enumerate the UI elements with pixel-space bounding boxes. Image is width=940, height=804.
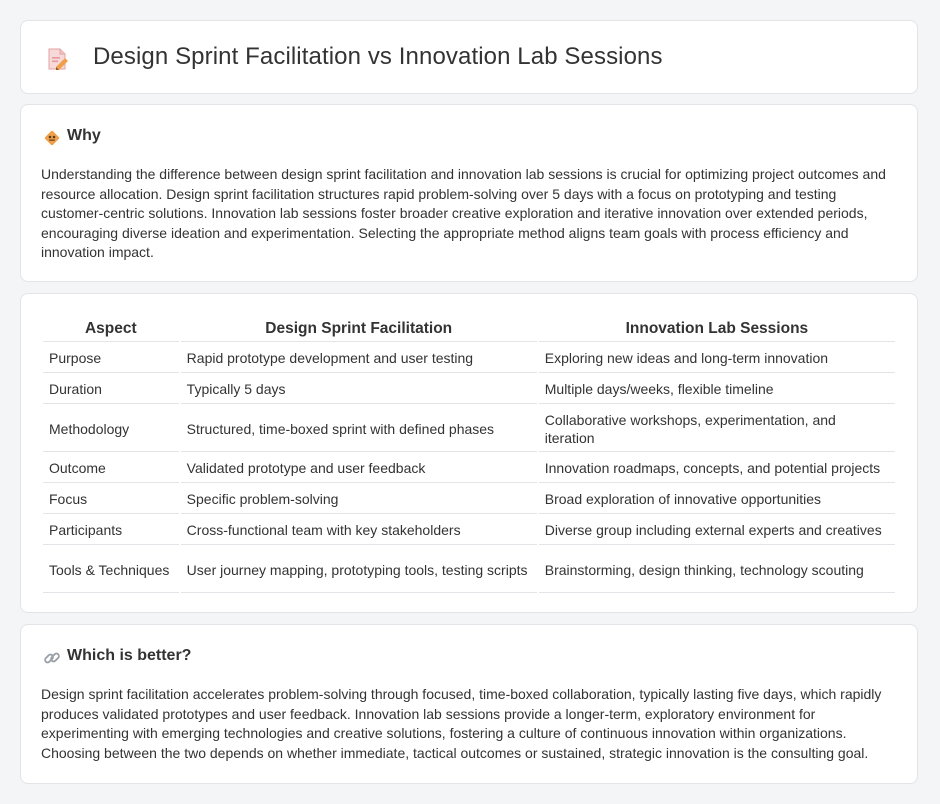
- why-section: Why Understanding the difference between…: [20, 104, 918, 282]
- row-innovation-lab: Diverse group including external experts…: [538, 516, 895, 545]
- column-header-innovation-lab: Innovation Lab Sessions: [538, 316, 895, 342]
- table-row: Duration Typically 5 days Multiple days/…: [43, 375, 895, 404]
- row-aspect: Focus: [43, 485, 179, 514]
- column-header-design-sprint: Design Sprint Facilitation: [180, 316, 537, 342]
- why-text: Understanding the difference between des…: [41, 166, 886, 261]
- row-innovation-lab: Collaborative workshops, experimentation…: [538, 406, 895, 452]
- table-row: Outcome Validated prototype and user fee…: [43, 454, 895, 483]
- row-aspect: Methodology: [43, 406, 179, 452]
- row-innovation-lab: Innovation roadmaps, concepts, and poten…: [538, 454, 895, 483]
- warning-sign-icon: [43, 129, 61, 147]
- comparison-table: Aspect Design Sprint Facilitation Innova…: [41, 314, 897, 595]
- row-design-sprint: Cross-functional team with key stakehold…: [180, 516, 537, 545]
- row-innovation-lab: Multiple days/weeks, flexible timeline: [538, 375, 895, 404]
- row-innovation-lab: Brainstorming, design thinking, technolo…: [538, 547, 895, 593]
- table-row: Participants Cross-functional team with …: [43, 516, 895, 545]
- better-text: Design sprint facilitation accelerates p…: [41, 686, 882, 761]
- row-design-sprint: Structured, time-boxed sprint with defin…: [180, 406, 537, 452]
- table-row: Purpose Rapid prototype development and …: [43, 344, 895, 373]
- row-innovation-lab: Exploring new ideas and long-term innova…: [538, 344, 895, 373]
- table-row: Tools & Techniques User journey mapping,…: [43, 547, 895, 593]
- which-is-better-section: Which is better? Design sprint facilitat…: [20, 624, 918, 784]
- link-icon: [43, 649, 61, 667]
- row-aspect: Tools & Techniques: [43, 547, 179, 593]
- comparison-section: Aspect Design Sprint Facilitation Innova…: [20, 293, 918, 613]
- row-innovation-lab: Broad exploration of innovative opportun…: [538, 485, 895, 514]
- document-pencil-icon: [47, 47, 69, 71]
- row-aspect: Outcome: [43, 454, 179, 483]
- row-design-sprint: User journey mapping, prototyping tools,…: [180, 547, 537, 593]
- column-header-aspect: Aspect: [43, 316, 179, 342]
- row-design-sprint: Typically 5 days: [180, 375, 537, 404]
- table-header-row: Aspect Design Sprint Facilitation Innova…: [43, 316, 895, 342]
- better-title: Which is better?: [67, 647, 192, 664]
- table-row: Methodology Structured, time-boxed sprin…: [43, 406, 895, 452]
- why-title: Why: [67, 127, 101, 144]
- row-design-sprint: Rapid prototype development and user tes…: [180, 344, 537, 373]
- table-row: Focus Specific problem-solving Broad exp…: [43, 485, 895, 514]
- row-aspect: Purpose: [43, 344, 179, 373]
- row-aspect: Participants: [43, 516, 179, 545]
- row-design-sprint: Specific problem-solving: [180, 485, 537, 514]
- title-card: Design Sprint Facilitation vs Innovation…: [20, 20, 918, 94]
- row-aspect: Duration: [43, 375, 179, 404]
- page-title: Design Sprint Facilitation vs Innovation…: [93, 43, 663, 70]
- row-design-sprint: Validated prototype and user feedback: [180, 454, 537, 483]
